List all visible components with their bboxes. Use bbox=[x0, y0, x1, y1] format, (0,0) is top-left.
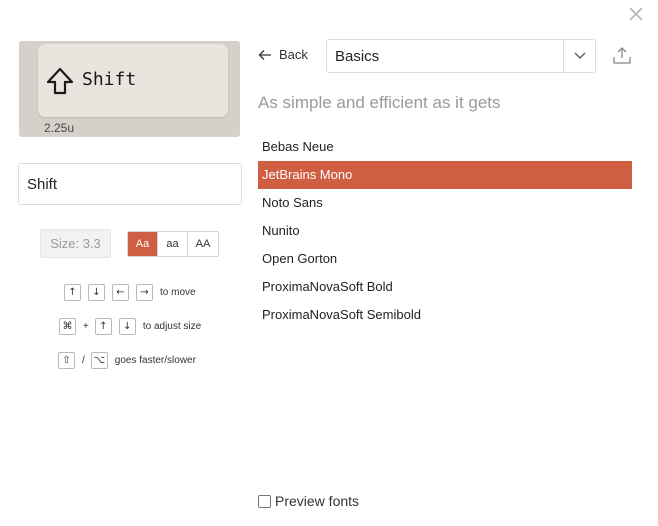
help-resize-text: to adjust size bbox=[142, 321, 202, 332]
font-item-proximanovasoft-semibold[interactable]: ProximaNovaSoft Semibold bbox=[258, 301, 632, 329]
arrow-right-key-icon: → bbox=[136, 284, 153, 301]
category-subtitle: As simple and efficient as it gets bbox=[258, 93, 501, 112]
preview-fonts-label: Preview fonts bbox=[275, 493, 360, 509]
font-item-nunito[interactable]: Nunito bbox=[258, 217, 632, 245]
help-speed: ⇧ / ⌥ goes faster/slower bbox=[58, 352, 196, 369]
help-resize: ⌘ + ↑ ↓ to adjust size bbox=[59, 318, 201, 335]
arrow-up-key-icon: ↑ bbox=[64, 284, 81, 301]
chevron-down-icon[interactable] bbox=[563, 40, 595, 72]
font-category-value: Basics bbox=[335, 47, 380, 65]
back-label: Back bbox=[279, 47, 308, 62]
close-icon[interactable] bbox=[626, 4, 646, 24]
keycap-top-surface: Shift bbox=[38, 44, 228, 117]
arrow-left-key-icon: ← bbox=[112, 284, 129, 301]
help-slash: / bbox=[82, 355, 85, 366]
command-key-icon: ⌘ bbox=[59, 318, 76, 335]
back-button[interactable]: Back bbox=[258, 47, 308, 62]
help-speed-text: goes faster/slower bbox=[114, 355, 196, 366]
arrow-down-key-icon: ↓ bbox=[88, 284, 105, 301]
help-plus: + bbox=[83, 321, 89, 332]
arrow-left-icon bbox=[258, 49, 272, 61]
help-move-text: to move bbox=[160, 287, 196, 298]
font-item-bebas-neue[interactable]: Bebas Neue bbox=[258, 133, 632, 161]
preview-fonts-toggle[interactable]: Preview fonts bbox=[258, 493, 359, 509]
case-button-lower[interactable]: aa bbox=[158, 232, 188, 256]
legend-text-input[interactable] bbox=[18, 163, 242, 205]
font-category-select[interactable]: Basics bbox=[326, 39, 596, 73]
option-key-icon: ⌥ bbox=[90, 352, 108, 369]
export-icon[interactable] bbox=[611, 45, 633, 67]
keycap-legend: Shift bbox=[82, 69, 137, 90]
preview-fonts-checkbox[interactable] bbox=[258, 494, 271, 508]
case-button-upper[interactable]: AA bbox=[188, 232, 218, 256]
font-item-open-gorton[interactable]: Open Gorton bbox=[258, 245, 632, 273]
arrow-up-key-icon: ↑ bbox=[94, 318, 112, 335]
case-button-title[interactable]: Aa bbox=[128, 232, 158, 256]
arrow-down-key-icon: ↓ bbox=[118, 318, 136, 335]
shift-key-icon: ⇧ bbox=[58, 352, 75, 369]
font-size-field[interactable]: Size: 3.3 bbox=[40, 229, 111, 258]
keycap-preview: Shift 2.25u bbox=[19, 41, 240, 137]
font-item-proximanovasoft-bold[interactable]: ProximaNovaSoft Bold bbox=[258, 273, 632, 301]
help-move: ↑ ↓ ← → to move bbox=[64, 284, 196, 301]
font-item-noto-sans[interactable]: Noto Sans bbox=[258, 189, 632, 217]
font-item-jetbrains-mono[interactable]: JetBrains Mono bbox=[258, 161, 632, 189]
keycap-size-label: 2.25u bbox=[44, 121, 75, 135]
case-toggle-group: Aa aa AA bbox=[127, 231, 219, 257]
shift-arrow-icon bbox=[45, 66, 75, 96]
font-list: Bebas Neue JetBrains Mono Noto Sans Nuni… bbox=[258, 133, 632, 329]
